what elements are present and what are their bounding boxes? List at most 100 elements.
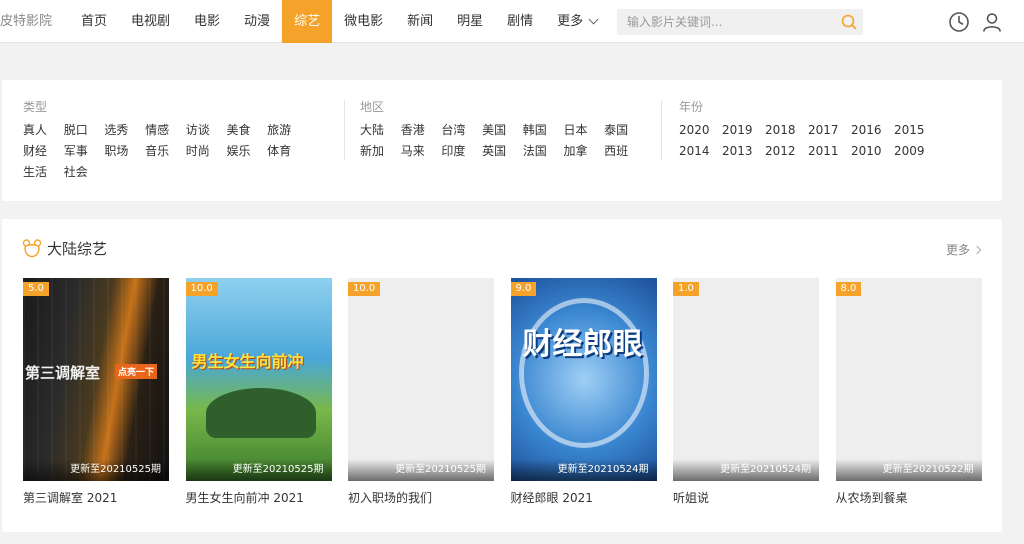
filter-type-option[interactable]: 旅游	[267, 120, 308, 141]
bear-icon	[22, 239, 42, 258]
video-card-list: 第三调解室 点亮一下 5.0 更新至20210525期 第三调解室 2021 男…	[23, 278, 982, 506]
filter-type-option[interactable]: 娱乐	[226, 141, 267, 162]
poster-art-tag: 点亮一下	[115, 364, 158, 379]
nav-anime[interactable]: 动漫	[232, 0, 282, 43]
video-poster[interactable]: 男生女生向前冲 10.0 更新至20210525期	[185, 278, 332, 481]
video-card[interactable]: 第三调解室 点亮一下 5.0 更新至20210525期 第三调解室 2021	[23, 278, 169, 506]
video-title[interactable]: 听姐说	[673, 489, 819, 506]
filter-region-option[interactable]: 加拿	[563, 141, 604, 162]
filter-region-option[interactable]: 新加	[360, 141, 401, 162]
score-badge: 8.0	[835, 282, 862, 296]
nav-news[interactable]: 新闻	[395, 0, 445, 43]
video-poster[interactable]: 8.0 更新至20210522期	[835, 278, 982, 481]
update-status: 更新至20210525期	[185, 459, 332, 481]
filter-region-option[interactable]: 日本	[563, 120, 604, 141]
video-card[interactable]: 8.0 更新至20210522期 从农场到餐桌	[835, 278, 982, 506]
score-badge: 10.0	[348, 282, 381, 296]
filter-divider	[661, 100, 662, 160]
filter-year-option[interactable]: 2014	[679, 141, 722, 162]
filter-region-option[interactable]: 法国	[523, 141, 564, 162]
video-card[interactable]: 10.0 更新至20210525期 初入职场的我们	[348, 278, 494, 506]
filter-year-title: 年份	[679, 100, 704, 114]
user-icon[interactable]	[981, 11, 1003, 33]
filter-type-option[interactable]: 真人	[23, 120, 64, 141]
filter-region-option[interactable]: 印度	[441, 141, 482, 162]
filter-region-option[interactable]: 英国	[482, 141, 523, 162]
filter-type-option[interactable]: 体育	[267, 141, 308, 162]
site-logo[interactable]: 皮特影院	[0, 0, 52, 43]
video-title[interactable]: 第三调解室 2021	[23, 489, 169, 506]
filter-type-option[interactable]: 脱口	[64, 120, 105, 141]
filter-region-option[interactable]: 泰国	[604, 120, 645, 141]
history-clock-icon[interactable]	[948, 11, 970, 33]
nav-plot[interactable]: 剧情	[495, 0, 545, 43]
nav-more[interactable]: 更多	[545, 0, 609, 43]
filter-year-option[interactable]: 2020	[679, 120, 722, 141]
filter-region-group: 地区 大陆 香港 台湾 美国 韩国 日本 泰国 新加 马来 印度 英国 法国 加拿 西班	[360, 99, 650, 162]
filter-year-options: 2020 2019 2018 2017 2016 2015 2014 2013 2012 2011…	[679, 120, 979, 162]
nav-movie[interactable]: 电影	[182, 0, 232, 43]
video-title[interactable]: 男生女生向前冲 2021	[186, 489, 332, 506]
filter-region-option[interactable]: 香港	[401, 120, 442, 141]
update-status: 更新至20210524期	[673, 459, 819, 481]
filter-year-option[interactable]: 2011	[808, 141, 851, 162]
filter-region-option[interactable]: 韩国	[523, 120, 564, 141]
section-header: 大陆综艺	[22, 237, 107, 259]
main-nav: 首页 电视剧 电影 动漫 综艺 微电影 新闻 明星 剧情 更多	[69, 0, 609, 43]
filter-type-option[interactable]: 生活	[23, 162, 64, 183]
filter-year-option[interactable]: 2010	[851, 141, 894, 162]
video-poster[interactable]: 1.0 更新至20210524期	[673, 278, 819, 481]
section-more-link[interactable]: 更多	[945, 241, 982, 258]
filter-year-option[interactable]: 2009	[894, 141, 937, 162]
nav-home[interactable]: 首页	[69, 0, 119, 43]
filter-region-option[interactable]: 马来	[401, 141, 442, 162]
section-title: 大陆综艺	[47, 239, 108, 258]
filter-type-option[interactable]: 美食	[226, 120, 267, 141]
search-input[interactable]	[617, 9, 827, 35]
video-title[interactable]: 初入职场的我们	[348, 489, 494, 506]
poster-art-title: 男生女生向前冲	[191, 352, 304, 371]
score-badge: 5.0	[23, 282, 49, 296]
filter-type-title: 类型	[23, 100, 48, 114]
filter-region-option[interactable]: 台湾	[441, 120, 482, 141]
filter-type-option[interactable]: 选秀	[104, 120, 145, 141]
filter-region-option[interactable]: 西班	[604, 141, 645, 162]
filter-type-option[interactable]: 音乐	[145, 141, 186, 162]
filter-type-option[interactable]: 时尚	[186, 141, 227, 162]
search-icon[interactable]	[841, 14, 857, 30]
filter-type-option[interactable]: 财经	[23, 141, 64, 162]
filter-type-option[interactable]: 军事	[64, 141, 105, 162]
video-poster[interactable]: 财经郎眼 9.0 更新至20210524期	[510, 278, 657, 481]
video-card[interactable]: 1.0 更新至20210524期 听姐说	[673, 278, 819, 506]
score-badge: 9.0	[510, 282, 537, 296]
more-label: 更多	[945, 243, 970, 257]
nav-tv[interactable]: 电视剧	[119, 0, 182, 43]
filter-type-option[interactable]: 社会	[64, 162, 105, 183]
poster-art-ring	[518, 298, 649, 448]
filter-panel: 类型 真人 脱口 选秀 情感 访谈 美食 旅游 财经 军事 职场 音乐 时尚 娱乐 体育 生活 社会 地区 大…	[2, 80, 1002, 201]
video-poster[interactable]: 第三调解室 点亮一下 5.0 更新至20210525期	[23, 278, 169, 481]
video-title[interactable]: 从农场到餐桌	[836, 489, 982, 506]
filter-type-options: 真人 脱口 选秀 情感 访谈 美食 旅游财经 军事 职场 音乐 时尚 娱乐 体育生活 社会	[23, 120, 313, 183]
filter-type-option[interactable]: 情感	[145, 120, 186, 141]
filter-type-option[interactable]: 访谈	[186, 120, 227, 141]
filter-year-option[interactable]: 2017	[808, 120, 851, 141]
filter-year-option[interactable]: 2016	[851, 120, 894, 141]
score-badge: 1.0	[673, 282, 699, 296]
filter-year-option[interactable]: 2012	[765, 141, 808, 162]
filter-region-option[interactable]: 大陆	[360, 120, 401, 141]
nav-micro-movie[interactable]: 微电影	[332, 0, 395, 43]
nav-variety[interactable]: 综艺	[282, 0, 333, 43]
filter-year-option[interactable]: 2018	[765, 120, 808, 141]
video-title[interactable]: 财经郎眼 2021	[511, 489, 657, 506]
video-poster[interactable]: 10.0 更新至20210525期	[348, 278, 494, 481]
video-card[interactable]: 财经郎眼 9.0 更新至20210524期 财经郎眼 2021	[510, 278, 657, 506]
filter-year-option[interactable]: 2015	[894, 120, 937, 141]
filter-year-option[interactable]: 2019	[722, 120, 765, 141]
nav-stars[interactable]: 明星	[445, 0, 495, 43]
filter-year-option[interactable]: 2013	[722, 141, 765, 162]
variety-section: 大陆综艺 更多 第三调解室 点亮一下 5.0 更新至20210525期 第三调解…	[2, 219, 1002, 532]
video-card[interactable]: 男生女生向前冲 10.0 更新至20210525期 男生女生向前冲 2021	[185, 278, 332, 506]
filter-region-option[interactable]: 美国	[482, 120, 523, 141]
filter-type-option[interactable]: 职场	[104, 141, 145, 162]
